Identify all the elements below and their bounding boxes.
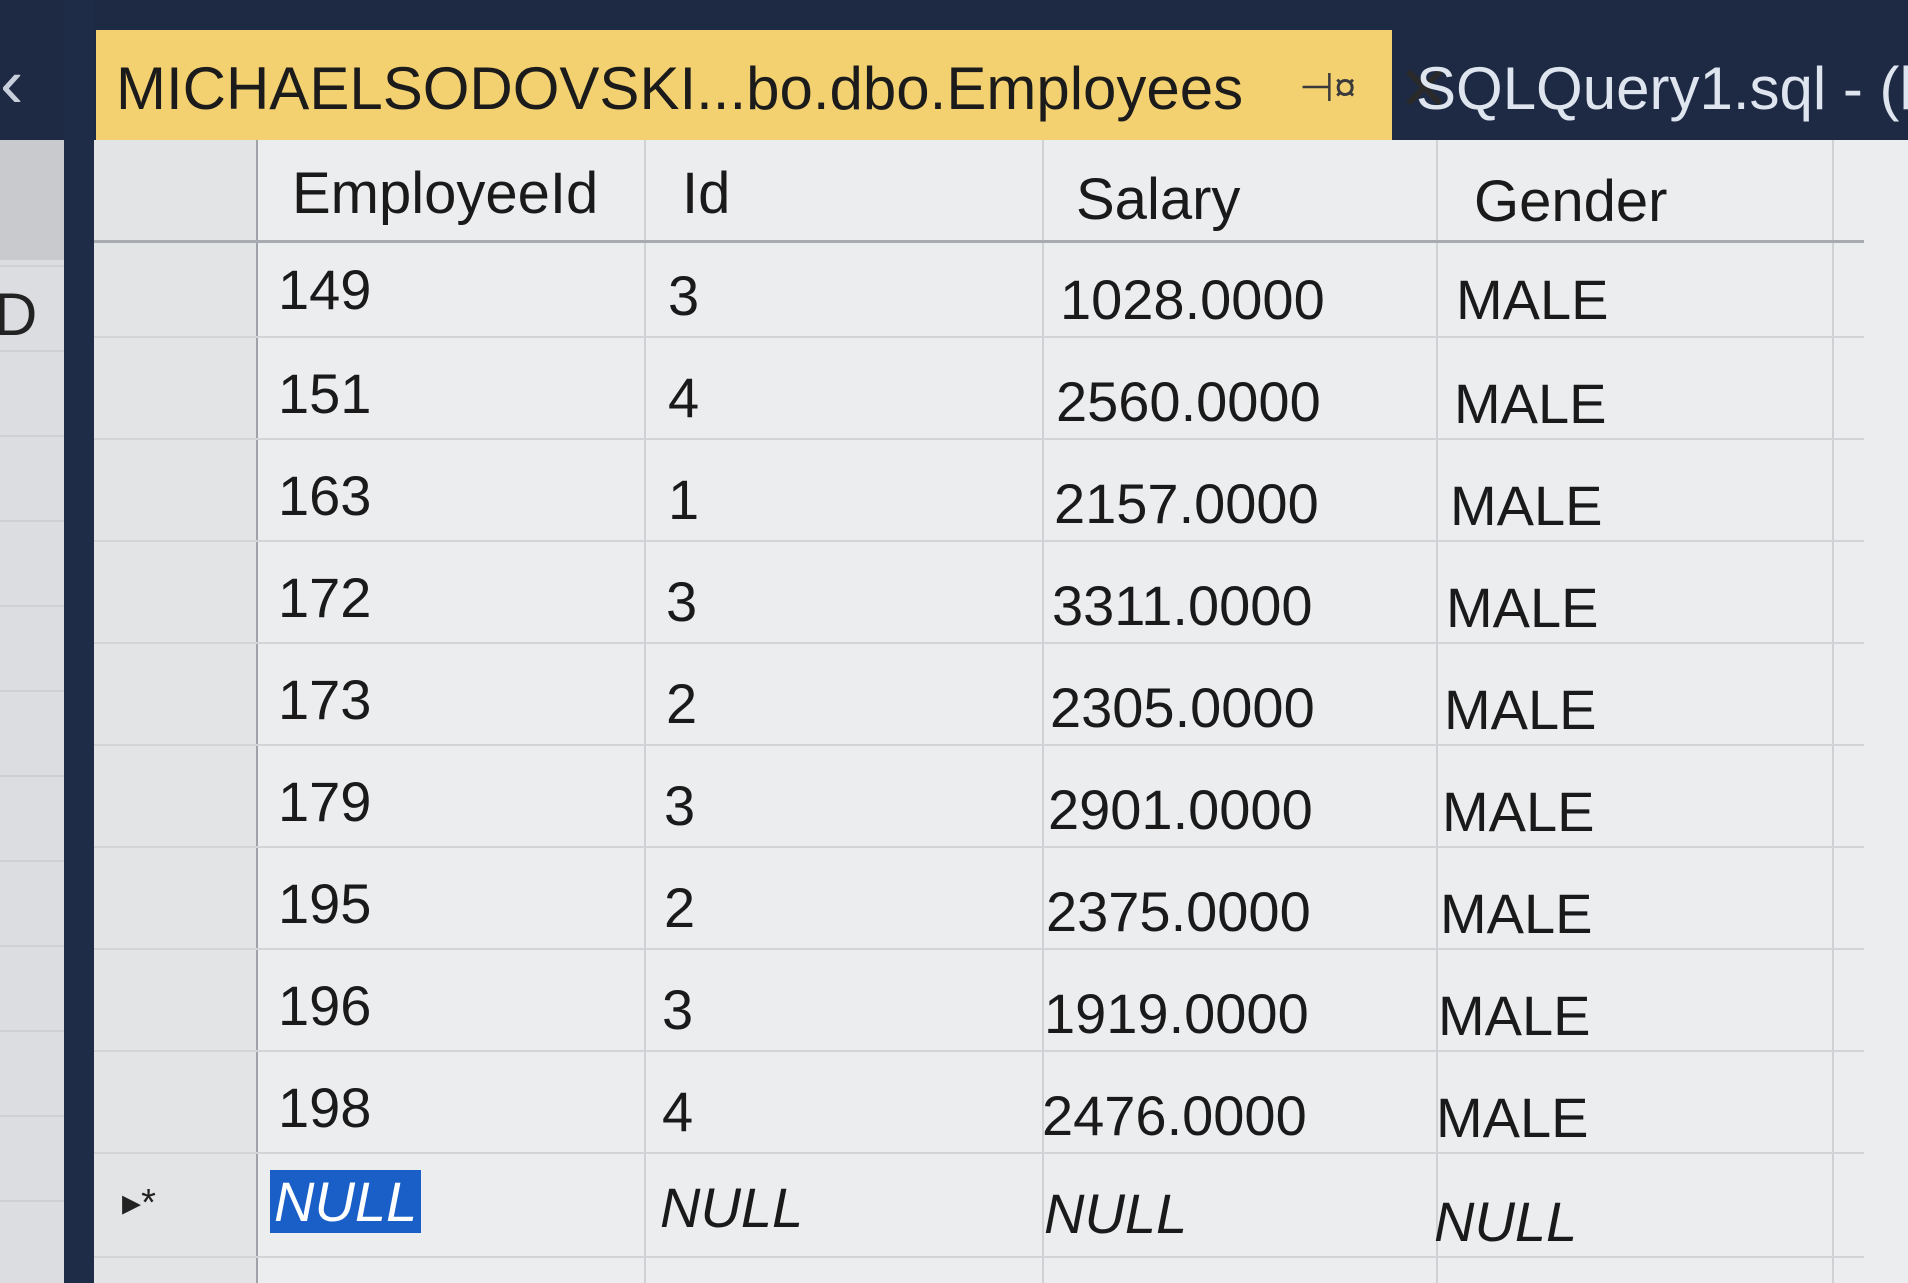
divider (0, 1200, 64, 1202)
row-divider (94, 1050, 1864, 1052)
divider (0, 520, 64, 522)
divider (0, 1115, 64, 1117)
divider (0, 265, 64, 267)
row-divider (94, 744, 1864, 746)
divider (0, 350, 64, 352)
column-divider (256, 140, 258, 1283)
cell-employeeid[interactable]: 179 (278, 770, 371, 834)
divider (0, 1030, 64, 1032)
cell-id[interactable]: 4 (662, 1080, 693, 1144)
row-divider (94, 540, 1864, 542)
cell-employeeid[interactable]: 173 (278, 668, 371, 732)
column-divider (1832, 140, 1834, 1283)
cell-salary[interactable]: 2560.0000 (1056, 370, 1321, 434)
results-grid: EmployeeId Id Salary Gender 149 3 1028.0… (94, 140, 1908, 1283)
cell-employeeid[interactable]: 195 (278, 872, 371, 936)
left-panel-partial-text: D (0, 281, 38, 348)
cell-employeeid[interactable]: 163 (278, 464, 371, 528)
row-divider (94, 438, 1864, 440)
column-divider (644, 140, 646, 1283)
row-divider (94, 642, 1864, 644)
divider (0, 860, 64, 862)
cell-salary[interactable]: 3311.0000 (1052, 574, 1313, 638)
column-header-id[interactable]: Id (682, 162, 730, 226)
pin-icon[interactable]: ⊣¤ (1299, 65, 1356, 111)
cell-salary[interactable]: 1919.0000 (1044, 982, 1309, 1046)
cell-employeeid[interactable]: 172 (278, 566, 371, 630)
divider (0, 690, 64, 692)
row-divider (94, 1152, 1864, 1154)
panel-splitter[interactable] (64, 0, 94, 1283)
cell-gender[interactable]: MALE (1446, 576, 1599, 640)
cell-gender[interactable]: MALE (1436, 1086, 1589, 1150)
column-header-gender[interactable]: Gender (1474, 170, 1667, 234)
cell-salary[interactable]: 2305.0000 (1050, 676, 1315, 740)
divider (0, 605, 64, 607)
cell-gender[interactable]: MALE (1456, 268, 1609, 332)
cell-employeeid[interactable]: 198 (278, 1076, 371, 1140)
row-divider (94, 336, 1864, 338)
header-divider (94, 240, 1864, 243)
cell-salary[interactable]: 2476.0000 (1042, 1084, 1307, 1148)
left-panel-header: ‹ (0, 0, 64, 140)
chevron-left-icon[interactable]: ‹ (0, 48, 23, 118)
cell-id[interactable]: 2 (664, 876, 695, 940)
cell-salary[interactable]: 2375.0000 (1046, 880, 1311, 944)
tab-employees-label: MICHAELSODOVSKI...bo.dbo.Employees (116, 54, 1244, 122)
left-panel-block (0, 140, 64, 260)
tab-sqlquery1[interactable]: SQLQuery1.sql - (l. (1396, 30, 1908, 146)
divider (0, 945, 64, 947)
cell-id[interactable]: 2 (666, 672, 697, 736)
cell-gender[interactable]: MALE (1450, 474, 1603, 538)
cell-salary-new[interactable]: NULL (1044, 1182, 1187, 1246)
cell-id-new[interactable]: NULL (660, 1176, 803, 1240)
row-divider (94, 948, 1864, 950)
cell-gender[interactable]: MALE (1454, 372, 1607, 436)
cell-employeeid[interactable]: 196 (278, 974, 371, 1038)
left-dock-panel: ‹ D (0, 0, 64, 1283)
cell-id[interactable]: 3 (662, 978, 693, 1042)
cell-employeeid-new[interactable]: NULL (270, 1170, 422, 1234)
cell-salary[interactable]: 1028.0000 (1060, 268, 1325, 332)
cell-salary[interactable]: 2901.0000 (1048, 778, 1313, 842)
cell-gender[interactable]: MALE (1442, 780, 1595, 844)
cell-gender-new[interactable]: NULL (1434, 1190, 1577, 1254)
tab-sqlquery1-label: SQLQuery1.sql - (l. (1416, 54, 1908, 122)
cell-salary[interactable]: 2157.0000 (1054, 472, 1319, 536)
row-divider (94, 846, 1864, 848)
divider (0, 435, 64, 437)
row-selector-column (94, 140, 258, 1283)
column-header-employeeid[interactable]: EmployeeId (292, 162, 598, 226)
cell-gender[interactable]: MALE (1440, 882, 1593, 946)
cell-id[interactable]: 3 (668, 264, 699, 328)
divider (0, 775, 64, 777)
column-header-salary[interactable]: Salary (1076, 168, 1240, 232)
cell-gender[interactable]: MALE (1438, 984, 1591, 1048)
cell-id[interactable]: 1 (668, 468, 699, 532)
tab-employees[interactable]: MICHAELSODOVSKI...bo.dbo.Employees ⊣¤ ✕ (96, 30, 1450, 146)
row-divider (94, 1256, 1864, 1258)
cell-gender[interactable]: MALE (1444, 678, 1597, 742)
cell-employeeid[interactable]: 151 (278, 362, 371, 426)
cell-id[interactable]: 3 (666, 570, 697, 634)
cell-id[interactable]: 4 (668, 366, 699, 430)
cell-id[interactable]: 3 (664, 774, 695, 838)
selected-null-value[interactable]: NULL (270, 1170, 422, 1233)
new-row-marker-icon: ▸* (122, 1182, 156, 1224)
cell-employeeid[interactable]: 149 (278, 258, 371, 322)
